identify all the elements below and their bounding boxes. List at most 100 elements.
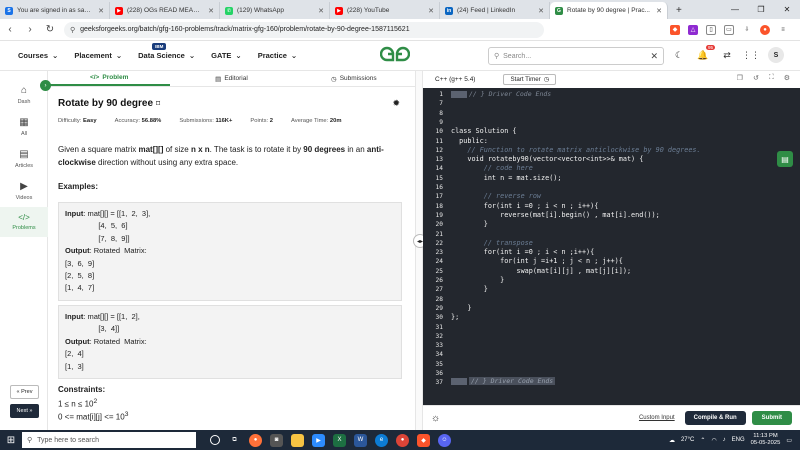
menu-data-science[interactable]: IBM Data Science ⌄ [138, 43, 196, 60]
close-tab-icon[interactable]: ✕ [98, 7, 104, 15]
language-indicator[interactable]: ENG [732, 437, 745, 443]
bookmark-icon[interactable]: ⌑ [156, 99, 160, 108]
menu-practice[interactable]: Practice ⌄ [258, 51, 297, 60]
code-line: int n = mat.size(); [451, 173, 562, 182]
notification-center-icon[interactable]: ▭ [786, 437, 792, 444]
network-icon[interactable]: ◠ [711, 437, 716, 444]
close-tab-icon[interactable]: ✕ [208, 7, 214, 15]
next-button[interactable]: Next » [10, 404, 39, 418]
chevron-down-icon: ⌄ [188, 51, 196, 60]
close-window-icon[interactable]: ✕ [774, 5, 800, 14]
cortana-icon[interactable] [210, 435, 220, 445]
dark-mode-icon[interactable]: ☾ [672, 48, 686, 62]
minimize-icon[interactable]: — [722, 5, 748, 14]
browser-tab[interactable]: in (24) Feed | LinkedIn ✕ [440, 2, 550, 19]
sidebar-item-articles[interactable]: ▤ Articles [0, 143, 48, 175]
start-timer-button[interactable]: Start Timer ◷ [503, 73, 557, 85]
close-tab-icon[interactable]: ✕ [538, 7, 544, 15]
reload-icon[interactable]: ↻ [40, 24, 60, 35]
settings-icon[interactable]: ⚙ [784, 74, 790, 82]
new-tab-button[interactable]: + [668, 2, 690, 19]
wallet-icon[interactable]: △ [688, 24, 698, 35]
search-input[interactable]: Search... [503, 53, 531, 60]
translate-icon[interactable]: ⇄ [720, 48, 734, 62]
search-box[interactable]: ⚲ Search... ✕ [488, 47, 664, 65]
tab-submissions[interactable]: ◷ Submissions [293, 71, 415, 86]
maximize-icon[interactable]: ❐ [748, 5, 774, 14]
meta-value: 116K+ [215, 118, 233, 124]
browser-tab-active[interactable]: G Rotate by 90 degree | Prac... ✕ [550, 2, 668, 19]
constraint-line: 1 ≤ n ≤ 102 [58, 398, 97, 409]
menu-icon[interactable]: ≡ [778, 24, 788, 35]
chrome-icon[interactable]: ● [396, 433, 409, 447]
firefox-icon[interactable]: ● [249, 433, 262, 447]
example-text: : Rotated Matrix: [89, 246, 147, 256]
sidebar-item-videos[interactable]: ▶ Videos [0, 175, 48, 207]
brave-shield-icon[interactable]: ◆ [670, 24, 680, 35]
windows-taskbar: ⊞ ⚲ Type here to search ⧉ ● ◙ ▶ X W e ● ◆… [0, 430, 800, 450]
word-icon[interactable]: W [354, 433, 367, 447]
task-view-icon[interactable]: ⧉ [228, 434, 241, 447]
compile-run-button[interactable]: Compile & Run [684, 411, 746, 425]
theme-toggle-icon[interactable]: ☼ [431, 413, 440, 424]
menu-placement[interactable]: Placement ⌄ [74, 51, 122, 60]
url-input[interactable]: ⚲ geeksforgeeks.org/batch/gfg-160-proble… [64, 21, 544, 38]
site-info-icon[interactable]: ⚲ [70, 26, 75, 34]
language-select[interactable]: C++ (g++ 5.4) [435, 76, 475, 83]
browser-tab[interactable]: ✆ (129) WhatsApp ✕ [220, 2, 330, 19]
discord-icon[interactable]: ☺ [438, 433, 451, 447]
edge-icon[interactable]: e [375, 433, 388, 447]
notification-icon[interactable]: 🔔 95 [696, 45, 715, 62]
prev-button[interactable]: « Prev [10, 385, 39, 399]
gfg-logo-icon[interactable] [379, 46, 411, 65]
folded-region[interactable] [451, 378, 467, 385]
reset-icon[interactable]: ↺ [753, 74, 759, 82]
weather-icon[interactable]: ☁ [669, 437, 675, 444]
browser-tab[interactable]: S You are signed in as sambhav... ✕ [0, 2, 110, 19]
example-line: Input: mat[][] = [[1, 2, 3], [65, 208, 395, 220]
avatar[interactable]: S [768, 47, 784, 63]
sidebar-item-label: All [20, 131, 28, 137]
taskbar-search[interactable]: ⚲ Type here to search [22, 432, 196, 448]
file-explorer-icon[interactable] [291, 433, 304, 447]
code-line: for(int j =i+1 ; j < n ; j++){ [451, 257, 623, 266]
windows-start-icon[interactable]: ⊞ [0, 430, 22, 450]
copy-icon[interactable]: ❐ [737, 74, 743, 82]
camera-icon[interactable]: ◙ [270, 433, 283, 447]
clock[interactable]: 11:13 PM 05-05-2025 [751, 433, 781, 447]
folded-region[interactable] [451, 91, 467, 98]
sidebar-item-problems[interactable]: </> Problems [0, 207, 48, 237]
brave-icon[interactable]: ◆ [417, 433, 430, 447]
chat-icon[interactable]: ▤ [777, 151, 793, 167]
browser-tab[interactable]: ▶ (228) OGs READ MEAN COMM...✕ [110, 2, 220, 19]
volume-icon[interactable]: ♪ [723, 437, 726, 443]
back-icon[interactable]: ‹ [0, 24, 20, 35]
sidebar-item-all[interactable]: ▦ All [0, 111, 48, 143]
forward-icon[interactable]: › [20, 24, 40, 35]
menu-courses[interactable]: Courses ⌄ [18, 51, 58, 60]
collapse-sidebar-icon[interactable]: › [40, 80, 51, 91]
apps-icon[interactable]: ⋮⋮ [742, 48, 760, 62]
panel-splitter[interactable] [415, 71, 423, 430]
menu-gate[interactable]: GATE ⌄ [211, 51, 242, 60]
excel-icon[interactable]: X [333, 433, 346, 447]
clear-search-icon[interactable]: ✕ [650, 51, 658, 62]
code-editor[interactable]: 1 7 8 9 10 11 12 13 14 15 16 17 18 19 20 21 22 23 24 25 26 27… [423, 88, 800, 405]
bug-report-icon[interactable]: ✹ [392, 98, 400, 109]
tab-editorial[interactable]: ▤ Editorial [170, 71, 292, 86]
close-tab-icon[interactable]: ✕ [428, 7, 434, 15]
download-icon[interactable]: ⇩ [742, 24, 752, 35]
tray-chevron-icon[interactable]: ⌃ [700, 437, 705, 444]
fullscreen-icon[interactable]: ⛶ [769, 74, 774, 82]
custom-input-toggle[interactable]: Custom Input [639, 415, 675, 421]
profile-icon[interactable]: ● [760, 24, 770, 35]
close-tab-icon[interactable]: ✕ [656, 7, 662, 15]
zoom-icon[interactable]: ▶ [312, 433, 325, 447]
code-line: } [451, 220, 488, 229]
close-tab-icon[interactable]: ✕ [318, 7, 324, 15]
submit-button[interactable]: Submit [751, 411, 792, 425]
wallet-extension-icon[interactable]: ▭ [724, 24, 734, 35]
sidebar-icon[interactable]: ▯ [706, 24, 716, 35]
tab-problem[interactable]: </> Problem [48, 71, 171, 86]
browser-tab[interactable]: ▶ (228) YouTube ✕ [330, 2, 440, 19]
